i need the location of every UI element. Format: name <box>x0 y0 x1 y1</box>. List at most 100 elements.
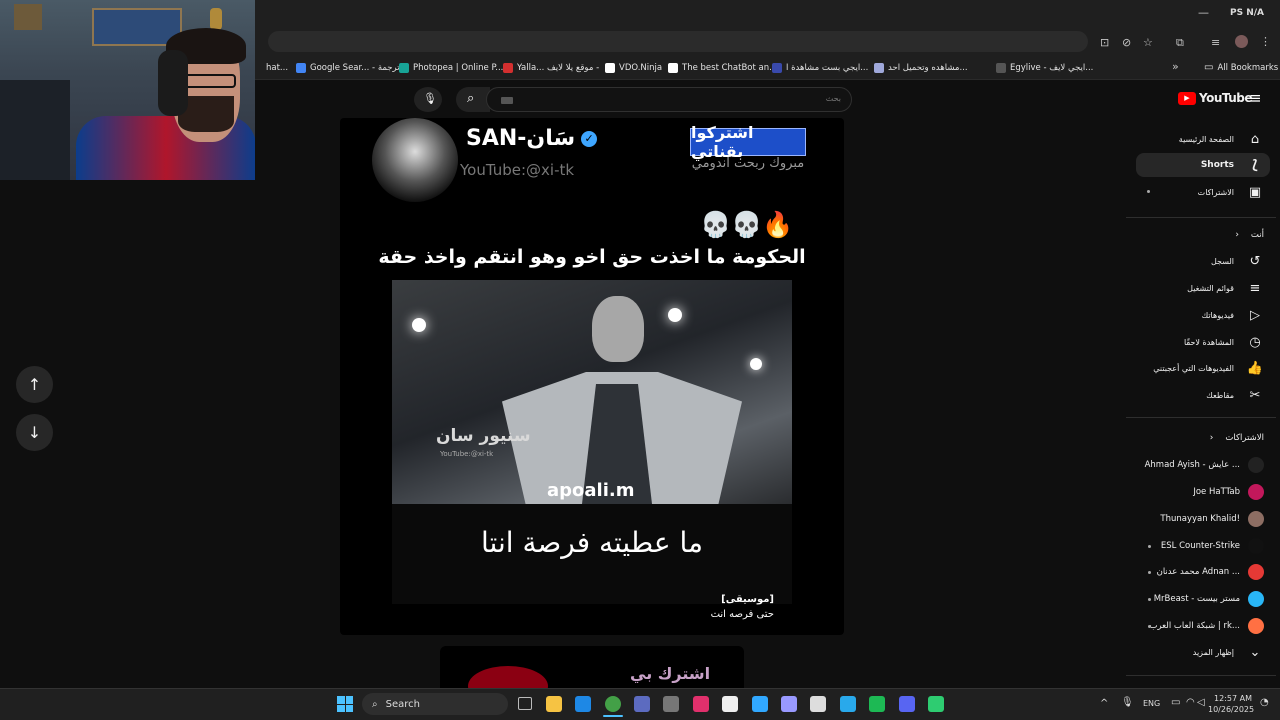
more-bookmarks-icon[interactable]: » <box>1172 60 1179 73</box>
next-short-preview[interactable]: اشترك بي <box>440 646 744 688</box>
subscription-item[interactable]: محمد عدنان Adnan ... <box>1157 562 1264 582</box>
notifications-bell-icon[interactable]: ◔ <box>1260 697 1269 708</box>
bookmark-favicon-icon <box>996 62 1006 73</box>
mic-tray-icon[interactable]: 🎙 <box>1121 697 1134 708</box>
new-content-dot <box>1147 190 1150 193</box>
youtube-play-icon: ▶ <box>1178 91 1196 105</box>
clock[interactable]: 12:57 AM 10/26/2025 <box>1208 693 1254 715</box>
install-app-icon[interactable]: ⊡ <box>1100 36 1109 49</box>
show-more-button[interactable]: ⌄ إظهار المزيد <box>1193 640 1264 664</box>
sidebar-item-clips[interactable]: ✂ مقاطعك <box>1206 383 1264 407</box>
tray-expand-icon[interactable]: ^ <box>1100 698 1108 709</box>
app-green-icon[interactable] <box>928 696 944 712</box>
search-button[interactable]: ⌕ <box>456 87 490 112</box>
sidebar-item-shorts[interactable]: ⟆ Shorts <box>1201 153 1264 177</box>
bookmark-item[interactable]: Egylive - ايجي لايف... <box>996 60 1093 75</box>
messenger-icon[interactable] <box>810 696 826 712</box>
sidebar-item-history[interactable]: ↺ السجل <box>1211 249 1264 273</box>
discord-icon[interactable] <box>899 696 915 712</box>
bookmark-item[interactable]: ايجي بست مشاهدة ا... <box>772 60 868 75</box>
trophy <box>210 8 222 30</box>
previous-short-button[interactable]: ↑ <box>16 366 53 403</box>
windows-start-button[interactable] <box>337 696 353 712</box>
bookmark-favicon-icon <box>605 62 615 73</box>
voice-search-button[interactable]: 🎙 <box>414 87 442 112</box>
sidebar-item-playlists[interactable]: ≡ قوائم التشغيل <box>1187 276 1264 300</box>
volume-icon[interactable]: ◁ <box>1197 697 1205 708</box>
subtitle-text: ما عطيته فرصة انتا <box>481 526 703 559</box>
search-input[interactable]: بحث <box>486 87 852 112</box>
channel-name: SAN-سَان <box>466 126 576 151</box>
file-explorer-icon[interactable] <box>546 696 562 712</box>
tray-status-text: PS N/A <box>1230 8 1264 18</box>
minimize-button[interactable]: — <box>1198 6 1209 19</box>
url-field[interactable] <box>268 31 1088 52</box>
bookmark-item[interactable]: Yalla... موقع يلا لايف - <box>503 60 599 75</box>
menu-dots-icon[interactable]: ⋮ <box>1260 35 1271 48</box>
you-section-header[interactable]: أنت ‹ <box>1235 223 1264 247</box>
premiere-icon[interactable] <box>781 696 797 712</box>
edge-icon[interactable] <box>575 696 591 712</box>
bookmark-item[interactable]: Google Sear... - ترجمة <box>296 60 400 75</box>
subscription-item[interactable]: Ahmad Ayish - عايش ... <box>1145 455 1264 475</box>
spotify-icon[interactable] <box>869 696 885 712</box>
phone-icon[interactable] <box>663 696 679 712</box>
subscription-item[interactable]: Thunayyan Khalid! <box>1160 509 1264 529</box>
bookmark-item[interactable]: The best ChatBot an... <box>668 60 777 75</box>
chrome-icon[interactable] <box>605 696 621 712</box>
caption-line-2: حتى فرصه انت <box>710 609 774 620</box>
language-indicator[interactable]: ENG <box>1143 699 1160 708</box>
network-icon[interactable]: ▭ <box>1171 697 1180 708</box>
caption-line-1: [موسيقى] <box>721 594 774 605</box>
subscription-item[interactable]: شبكة العاب العرب | rk... <box>1149 616 1264 636</box>
subscription-item[interactable]: Joe HaTTab <box>1193 482 1264 502</box>
new-content-dot <box>1148 598 1151 601</box>
sidebar-item-subscriptions[interactable]: ▣ الاشتراكات <box>1198 180 1264 204</box>
next-short-button[interactable]: ↓ <box>16 414 53 451</box>
bookmark-item[interactable]: Photopea | Online P... <box>399 60 503 75</box>
new-content-dot <box>1148 545 1151 548</box>
subscriptions-section-header[interactable]: الاشتراكات ‹ <box>1210 426 1264 450</box>
bookmark-favicon-icon <box>296 62 306 73</box>
keyboard-icon[interactable] <box>501 97 513 104</box>
short-video-player[interactable]: SAN-سَان ✓ YouTube:@xi-tk اشتركوا بقناتي… <box>340 118 844 635</box>
store-icon[interactable] <box>634 696 650 712</box>
bookmark-item[interactable]: hat... <box>266 60 288 75</box>
youtube-logo[interactable]: ▶ YouTube <box>1178 91 1253 105</box>
stage-light <box>412 318 426 332</box>
bookmark-star-icon[interactable]: ☆ <box>1143 36 1153 49</box>
sidebar-item-your-videos[interactable]: ▷ فيديوهاتك <box>1202 303 1264 327</box>
capcut-icon[interactable] <box>722 696 738 712</box>
telegram-icon[interactable] <box>840 696 856 712</box>
hamburger-menu-icon[interactable]: ≡ <box>1249 89 1262 107</box>
subscription-item[interactable]: ESL Counter-Strike <box>1161 536 1264 556</box>
bookmark-item[interactable]: مشاهده وتحميل احد... <box>874 60 968 75</box>
clips-icon: ✂ <box>1249 387 1261 403</box>
video-frame: سنيور سان YouTube:@xi-tk apoali.m <box>392 280 792 506</box>
hide-eye-icon[interactable]: ⊘ <box>1122 36 1131 49</box>
channel-avatar <box>1248 538 1264 554</box>
wifi-icon[interactable]: ◠ <box>1186 697 1195 708</box>
shorts-icon: ⟆ <box>1252 157 1258 173</box>
photoshop-icon[interactable] <box>752 696 768 712</box>
arrow-down-icon: ↓ <box>27 423 42 442</box>
new-content-dot <box>1148 625 1151 628</box>
microphone-icon: 🎙 <box>423 92 437 105</box>
chevron-right-icon: ‹ <box>1235 230 1239 240</box>
sidebar-item-liked[interactable]: 👍 الفيديوهات التي أعجبتني <box>1153 356 1264 380</box>
instagram-icon[interactable] <box>693 696 709 712</box>
banner-subtitle: مبروك ربحت اندومي <box>691 156 805 171</box>
liked-icon: 👍 <box>1246 360 1264 376</box>
profile-avatar[interactable] <box>1235 35 1248 48</box>
bookmark-item[interactable]: VDO.Ninja <box>605 60 662 75</box>
subscription-item[interactable]: MrBeast - مستر بيست <box>1154 589 1264 609</box>
sidebar-item-home[interactable]: ⌂ الصفحة الرئيسية <box>1179 127 1264 151</box>
task-view-icon[interactable] <box>518 697 532 710</box>
all-bookmarks[interactable]: ▭ All Bookmarks <box>1204 60 1278 75</box>
channel-avatar <box>1248 484 1264 500</box>
tab-search-icon[interactable]: ≡ <box>1211 36 1220 49</box>
taskbar-search[interactable]: ⌕ Search <box>362 693 508 715</box>
extensions-icon[interactable]: ⧉ <box>1176 36 1184 50</box>
sidebar-item-watch-later[interactable]: ◷ المشاهدة لاحقًا <box>1184 330 1264 354</box>
channel-avatar <box>1248 457 1264 473</box>
